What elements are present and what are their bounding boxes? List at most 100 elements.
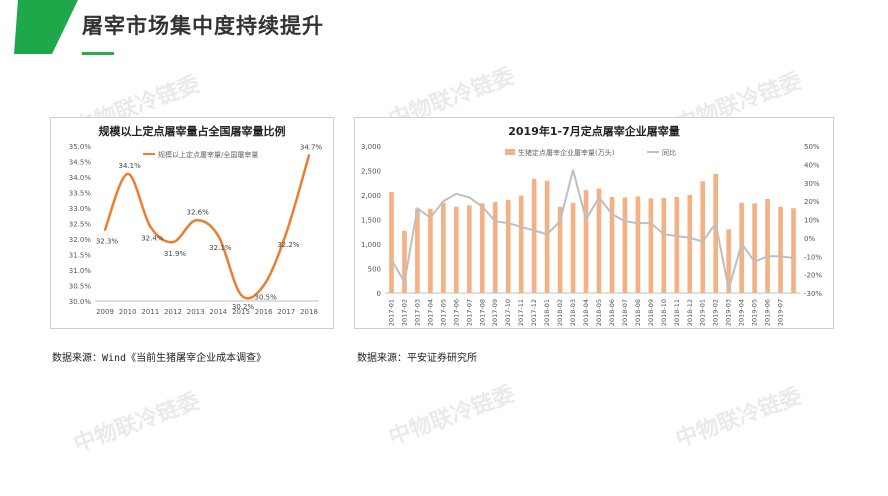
x-tick-label: 2014: [209, 308, 227, 316]
bar: [389, 192, 394, 293]
page-title: 屠宰市场集中度持续提升: [82, 14, 324, 38]
data-label: 34.1%: [119, 162, 142, 170]
y-left-tick-label: 2,500: [361, 168, 381, 176]
bar: [791, 208, 796, 293]
x-tick-label: 2017-08: [478, 299, 486, 326]
y-right-tick-label: -20%: [804, 272, 822, 280]
y-left-tick-label: 3,000: [361, 143, 381, 151]
bar: [441, 202, 446, 293]
x-tick-label: 2017-02: [400, 299, 408, 326]
bar: [492, 201, 498, 293]
x-tick-label: 2018-01: [543, 299, 551, 326]
x-tick-label: 2019-05: [751, 299, 759, 326]
source-note-left: 数据来源：Wind《当前生猪屠宰企业成本调查》: [52, 353, 267, 364]
x-tick-label: 2019-07: [777, 299, 785, 326]
y-left-tick-label: 0: [377, 290, 381, 298]
y-left-tick-label: 1,500: [361, 217, 381, 225]
data-point: [171, 240, 175, 244]
x-tick-label: 2018-07: [621, 299, 629, 326]
y-left-tick-label: 1,000: [361, 241, 381, 249]
x-tick-label: 2009: [96, 308, 114, 316]
x-tick-label: 2018-02: [556, 299, 564, 326]
bar: [596, 188, 602, 293]
x-tick-label: 2018-09: [647, 299, 655, 326]
x-tick-label: 2018-10: [660, 299, 668, 326]
data-label: 30.2%: [232, 303, 255, 311]
data-label: 30.5%: [255, 294, 278, 302]
y-right-tick-label: 40%: [804, 161, 820, 169]
watermark: 中物联冷链委: [70, 389, 204, 458]
x-tick-label: 2019-04: [738, 299, 746, 326]
x-tick-label: 2018-05: [595, 299, 603, 326]
x-tick-label: 2019-06: [764, 299, 772, 326]
bar: [752, 203, 757, 293]
y-right-tick-label: 30%: [804, 180, 820, 188]
x-tick-label: 2011: [141, 308, 159, 316]
slaughter-bar-line-chart: 2019年1-7月定点屠宰企业屠宰量 0 500 1,000 1,500 2,000 2,5…: [361, 124, 822, 326]
data-point: [285, 231, 288, 234]
y-tick-label: 33.0%: [69, 205, 92, 213]
x-tick-label: 2017-12: [530, 299, 538, 326]
data-point: [126, 172, 129, 176]
chart-title: 2019年1-7月定点屠宰企业屠宰量: [508, 124, 680, 138]
y-tick-label: 35.0%: [69, 143, 92, 151]
x-tick-label: 2018-08: [634, 299, 642, 326]
x-tick-label: 2017-07: [465, 299, 473, 326]
bar: [518, 195, 524, 293]
y-right-tick-label: 20%: [804, 198, 820, 206]
bar: [428, 208, 433, 293]
bar: [648, 198, 654, 293]
x-tick-label: 2018-06: [608, 299, 616, 326]
x-tick-label: 2018-04: [582, 299, 590, 326]
slaughter-chart-panel: 2019年1-7月定点屠宰企业屠宰量 0 500 1,000 1,500 2,000 2,5…: [354, 117, 834, 329]
data-point: [103, 228, 107, 231]
bar: [544, 180, 550, 293]
x-tick-label: 2019-02: [712, 299, 720, 326]
bar: [661, 197, 667, 293]
ratio-series-line: [103, 154, 311, 300]
x-tick-label: 2017-11: [517, 299, 525, 326]
y-right-tick-label: -30%: [804, 290, 822, 298]
y-left-tick-label: 2,000: [361, 192, 381, 200]
bar: [531, 178, 537, 293]
data-point: [194, 219, 197, 222]
legend-label: 同比: [662, 148, 676, 157]
x-tick-label: 2017-06: [452, 299, 460, 326]
x-tick-label: 2017-05: [439, 299, 447, 326]
data-label: 31.9%: [164, 250, 187, 258]
bar: [674, 196, 680, 293]
y-right-tick-label: 0%: [804, 235, 815, 243]
data-point: [307, 154, 311, 157]
data-label: 34.7%: [300, 143, 323, 151]
y-tick-label: 33.5%: [69, 190, 92, 198]
data-point: [149, 225, 152, 228]
x-tick-label: 2018-03: [569, 299, 577, 326]
ratio-line-chart: 规模以上定点屠宰量占全国屠宰量比例 30.0% 30.5% 31.0% 31.5% 32.…: [69, 124, 323, 316]
x-tick-label: 2018: [300, 308, 318, 316]
y-tick-label: 34.0%: [69, 174, 92, 182]
x-tick-label: 2010: [119, 308, 137, 316]
x-tick-label: 2017-04: [426, 299, 434, 326]
y-right-tick-label: -10%: [804, 253, 822, 261]
y-tick-label: 34.5%: [69, 159, 92, 167]
y-tick-label: 31.5%: [69, 252, 92, 260]
y-tick-label: 30.0%: [69, 298, 92, 306]
bar: [570, 202, 576, 293]
bar: [778, 206, 783, 293]
x-tick-label: 2012: [164, 308, 182, 316]
y-tick-label: 30.5%: [69, 283, 92, 291]
x-tick-label: 2017-09: [491, 299, 499, 326]
x-tick-label: 2018-12: [686, 299, 694, 326]
data-label: 32.4%: [141, 235, 164, 243]
y-left-tick-label: 500: [368, 266, 381, 274]
legend-label: 生猪定点屠宰企业屠宰量(万头): [518, 148, 615, 157]
bar: [505, 199, 511, 293]
ratio-chart-panel: 规模以上定点屠宰量占全国屠宰量比例 30.0% 30.5% 31.0% 31.5% 32.…: [50, 117, 334, 329]
x-tick-label: 2017-10: [504, 299, 512, 326]
x-tick-label: 2017-03: [413, 299, 421, 326]
y-tick-label: 31.0%: [69, 267, 92, 275]
x-tick-label: 2017: [277, 308, 295, 316]
x-tick-label: 2019-03: [725, 299, 733, 326]
y-tick-label: 32.5%: [69, 221, 92, 229]
watermark: 中物联冷链委: [385, 382, 519, 451]
